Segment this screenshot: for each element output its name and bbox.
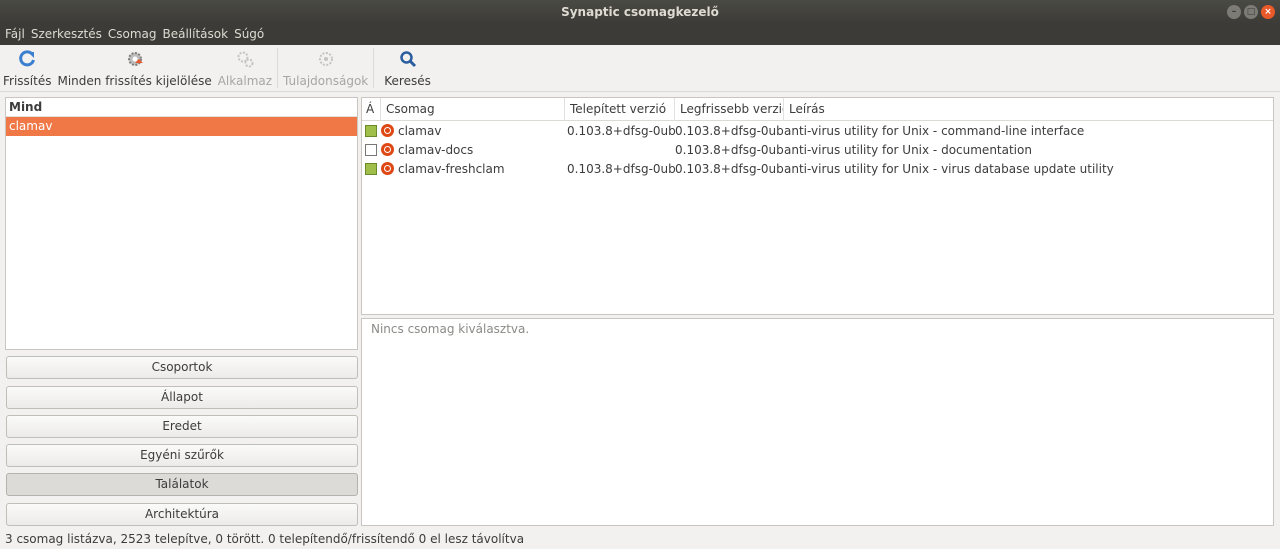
origin-button[interactable]: Eredet bbox=[6, 415, 358, 438]
minimize-icon[interactable]: – bbox=[1227, 5, 1241, 19]
reload-button[interactable]: Frissítés bbox=[0, 45, 54, 91]
reload-label: Frissítés bbox=[3, 74, 52, 88]
search-button[interactable]: Keresés bbox=[376, 45, 439, 91]
installed-version: 0.103.8+dfsg-0ubu bbox=[567, 161, 675, 176]
toolbar-separator bbox=[277, 48, 279, 88]
window-titlebar: Synaptic csomagkezelő – □ × bbox=[0, 0, 1280, 24]
status-checkbox[interactable] bbox=[365, 143, 377, 156]
custom-filters-button[interactable]: Egyéni szűrők bbox=[6, 444, 358, 467]
search-icon bbox=[397, 48, 419, 70]
column-status[interactable]: Á bbox=[362, 98, 381, 121]
properties-icon bbox=[315, 48, 337, 70]
ubuntu-icon bbox=[381, 143, 394, 156]
maximize-icon[interactable]: □ bbox=[1244, 5, 1258, 19]
close-icon[interactable]: × bbox=[1261, 5, 1275, 19]
column-description[interactable]: Leírás bbox=[784, 98, 1273, 121]
menu-package[interactable]: Csomag bbox=[105, 24, 160, 45]
table-row[interactable]: clamav 0.103.8+dfsg-0ubu 0.103.8+dfsg-0u… bbox=[362, 121, 1273, 140]
filter-list: Mind clamav bbox=[5, 97, 358, 350]
package-list: Á Csomag Telepített verzió Legfrissebb v… bbox=[361, 97, 1274, 315]
apply-label: Alkalmaz bbox=[217, 74, 273, 88]
gears-apply-icon bbox=[234, 48, 256, 70]
no-package-selected-text: Nincs csomag kiválasztva. bbox=[371, 322, 530, 336]
properties-button[interactable]: Tulajdonságok bbox=[280, 45, 371, 91]
apply-button[interactable]: Alkalmaz bbox=[215, 45, 275, 91]
menubar: Fájl Szerkesztés Csomag Beállítások Súgó bbox=[0, 24, 1280, 45]
package-description: anti-virus utility for Unix - virus data… bbox=[784, 161, 1114, 176]
latest-version: 0.103.8+dfsg-0ubu bbox=[675, 142, 784, 157]
architecture-button[interactable]: Architektúra bbox=[6, 503, 358, 526]
package-description: anti-virus utility for Unix - documentat… bbox=[784, 142, 1032, 157]
toolbar-separator bbox=[373, 48, 375, 88]
package-name: clamav-freshclam bbox=[398, 161, 505, 176]
reload-icon bbox=[16, 48, 38, 70]
package-list-header: Á Csomag Telepített verzió Legfrissebb v… bbox=[362, 98, 1273, 121]
menu-help[interactable]: Súgó bbox=[231, 24, 267, 45]
installed-version: 0.103.8+dfsg-0ubu bbox=[567, 123, 675, 138]
toolbar: Frissítés Minden frissítés kijelölése Al… bbox=[0, 45, 1280, 92]
column-package[interactable]: Csomag bbox=[381, 98, 565, 121]
package-name: clamav-docs bbox=[398, 142, 474, 157]
status-bar: 3 csomag listázva, 2523 telepítve, 0 tör… bbox=[0, 529, 1280, 549]
table-row[interactable]: clamav-docs 0.103.8+dfsg-0ubu anti-virus… bbox=[362, 140, 1273, 159]
latest-version: 0.103.8+dfsg-0ubu bbox=[675, 161, 784, 176]
ubuntu-icon bbox=[381, 162, 394, 175]
window-title: Synaptic csomagkezelő bbox=[561, 5, 719, 19]
search-label: Keresés bbox=[384, 74, 431, 88]
menu-file[interactable]: Fájl bbox=[2, 24, 28, 45]
sections-button[interactable]: Csoportok bbox=[6, 356, 358, 379]
menu-settings[interactable]: Beállítások bbox=[160, 24, 232, 45]
gear-upgrade-icon bbox=[124, 48, 146, 70]
package-details: Nincs csomag kiválasztva. bbox=[361, 318, 1274, 526]
status-button[interactable]: Állapot bbox=[6, 386, 358, 409]
mark-all-upgrades-button[interactable]: Minden frissítés kijelölése bbox=[54, 45, 214, 91]
filter-list-header[interactable]: Mind bbox=[6, 98, 357, 117]
menu-edit[interactable]: Szerkesztés bbox=[28, 24, 105, 45]
latest-version: 0.103.8+dfsg-0ubu bbox=[675, 123, 784, 138]
package-name: clamav bbox=[398, 123, 442, 138]
column-latest-version[interactable]: Legfrissebb verzió bbox=[675, 98, 784, 121]
search-results-button[interactable]: Találatok bbox=[6, 473, 358, 496]
ubuntu-icon bbox=[381, 124, 394, 137]
mark-all-upgrades-label: Minden frissítés kijelölése bbox=[57, 74, 212, 88]
status-checkbox[interactable] bbox=[365, 124, 377, 137]
table-row[interactable]: clamav-freshclam 0.103.8+dfsg-0ubu 0.103… bbox=[362, 159, 1273, 178]
status-checkbox[interactable] bbox=[365, 162, 377, 175]
filter-item-clamav[interactable]: clamav bbox=[6, 117, 357, 136]
window-controls: – □ × bbox=[1227, 5, 1275, 19]
column-installed-version[interactable]: Telepített verzió bbox=[565, 98, 675, 121]
properties-label: Tulajdonságok bbox=[283, 74, 369, 88]
package-description: anti-virus utility for Unix - command-li… bbox=[784, 123, 1085, 138]
